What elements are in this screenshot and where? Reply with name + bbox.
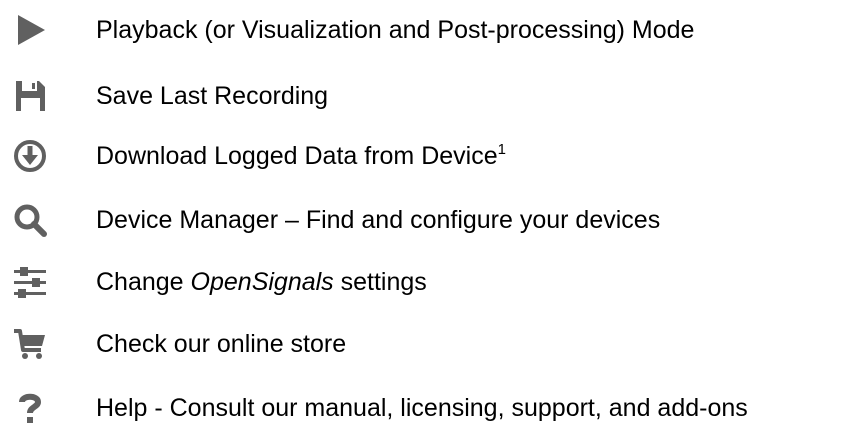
legend-row-settings: Change OpenSignals settings: [0, 258, 860, 306]
device-manager-label: Device Manager – Find and configure your…: [96, 206, 661, 234]
toolbar-icon-legend: Playback (or Visualization and Post-proc…: [0, 0, 860, 438]
legend-row-store: Check our online store: [0, 320, 860, 368]
download-footnote-marker: 1: [497, 141, 506, 158]
download-icon: [12, 138, 48, 174]
help-icon: [12, 390, 48, 426]
cart-icon: [12, 326, 48, 362]
save-label: Save Last Recording: [96, 82, 329, 110]
store-label: Check our online store: [96, 330, 347, 358]
play-icon: [12, 12, 48, 48]
legend-row-download: Download Logged Data from Device1: [0, 132, 860, 180]
legend-row-help: Help - Consult our manual, licensing, su…: [0, 384, 860, 432]
save-icon: [12, 78, 48, 114]
help-label: Help - Consult our manual, licensing, su…: [96, 394, 748, 422]
settings-label-suffix: settings: [333, 268, 427, 296]
settings-label: Change OpenSignals settings: [96, 258, 427, 306]
settings-sliders-icon: [12, 264, 48, 300]
legend-row-playback: Playback (or Visualization and Post-proc…: [0, 6, 860, 54]
settings-label-app-name: OpenSignals: [190, 268, 334, 296]
playback-label: Playback (or Visualization and Post-proc…: [96, 16, 695, 44]
legend-row-save: Save Last Recording: [0, 72, 860, 120]
settings-label-prefix: Change: [96, 268, 191, 296]
download-label: Download Logged Data from Device1: [96, 132, 506, 180]
legend-row-device-manager: Device Manager – Find and configure your…: [0, 196, 860, 244]
search-icon: [12, 202, 48, 238]
download-label-text: Download Logged Data from Device: [96, 142, 498, 170]
